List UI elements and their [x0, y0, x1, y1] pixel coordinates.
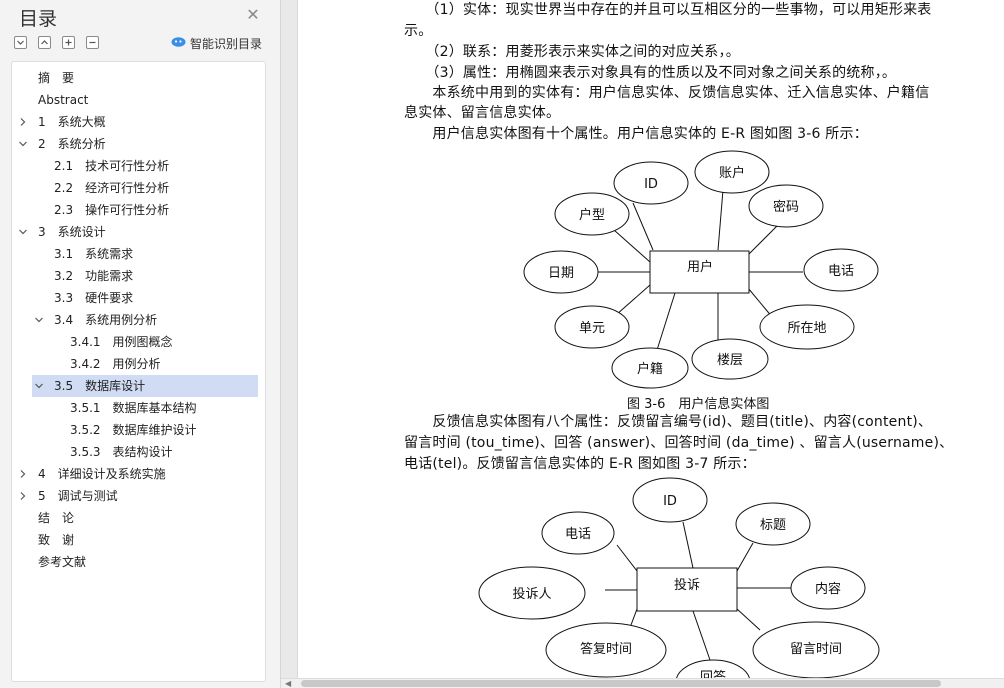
toc-item[interactable]: 3.4.1 用例图概念: [32, 331, 258, 353]
close-icon[interactable]: ✕: [244, 6, 262, 24]
chevron-right-icon[interactable]: [18, 117, 28, 127]
toc-item[interactable]: 2 系统分析: [19, 133, 258, 155]
toc-item[interactable]: 3.1 系统需求: [32, 243, 258, 265]
toc-item[interactable]: 1 系统大概: [20, 111, 258, 133]
toc-item-label: 3.4.1 用例图概念: [70, 335, 173, 349]
toc-item-label: 致 谢: [38, 533, 75, 547]
er-link: [682, 521, 694, 569]
toc-item-label: 2 系统分析: [38, 137, 106, 151]
toc-pane: 目录 ✕ 智能识别目录 摘 要 Abstract 1 系统大概 2 系统分析 2.1 技…: [0, 0, 281, 688]
toc-item[interactable]: 摘 要: [32, 67, 258, 89]
toc-item[interactable]: 3.5.3 表结构设计: [32, 441, 258, 463]
toc-item[interactable]: 参考文献: [32, 551, 258, 573]
toc-item[interactable]: 4 详细设计及系统实施: [20, 463, 258, 485]
er-attribute-label: 电话: [565, 527, 591, 542]
document-page: （1）实体：现实世界当中存在的并且可以互相区分的一些事物，可以用矩形来表 示。 …: [297, 0, 1004, 678]
toc-item-label: 4 详细设计及系统实施: [38, 467, 166, 481]
er-link: [692, 610, 711, 661]
er-attribute-label: 回答: [700, 669, 726, 678]
horizontal-scrollbar[interactable]: ◀: [281, 678, 1004, 688]
toc-item[interactable]: 3.3 硬件要求: [32, 287, 258, 309]
toc-item[interactable]: Abstract: [32, 89, 258, 111]
add-heading-icon[interactable]: [62, 36, 75, 49]
collapse-all-icon[interactable]: [38, 36, 51, 49]
chevron-down-icon[interactable]: [18, 227, 28, 237]
er-link: [736, 542, 754, 572]
chevron-right-icon[interactable]: [18, 491, 28, 501]
toc-item[interactable]: 3.5 数据库设计: [32, 375, 258, 397]
er-attribute-label: 留言时间: [790, 642, 842, 657]
toc-title: 目录: [19, 8, 58, 30]
toc-item-label: 2.3 操作可行性分析: [54, 203, 170, 217]
toc-item-label: 3.1 系统需求: [54, 247, 134, 261]
remove-heading-icon[interactable]: [86, 36, 99, 49]
er-link: [630, 608, 638, 626]
toc-item[interactable]: 3.2 功能需求: [32, 265, 258, 287]
toc-item-label: 参考文献: [38, 555, 87, 569]
toc-item-label: 3.5.1 数据库基本结构: [70, 401, 197, 415]
toc-item[interactable]: 结 论: [32, 507, 258, 529]
scroll-left-icon[interactable]: ◀: [285, 679, 291, 688]
er-attribute-label: 答复时间: [580, 641, 632, 657]
toc-item[interactable]: 2.2 经济可行性分析: [32, 177, 258, 199]
scrollbar-thumb[interactable]: [301, 680, 941, 687]
toc-list: 摘 要 Abstract 1 系统大概 2 系统分析 2.1 技术可行性分析 2.2 经济…: [11, 61, 266, 682]
toc-item-label: 2.2 经济可行性分析: [54, 181, 170, 195]
toc-item[interactable]: 2.3 操作可行性分析: [32, 199, 258, 221]
toc-item[interactable]: 致 谢: [32, 529, 258, 551]
chevron-down-icon[interactable]: [34, 381, 44, 391]
toc-item-label: 3.4.2 用例分析: [70, 357, 161, 371]
toc-item[interactable]: 5 调试与测试: [20, 485, 258, 507]
er-attribute-label: 标题: [760, 518, 786, 533]
toc-item-label: 摘 要: [38, 71, 75, 85]
er-attribute-label: 内容: [815, 581, 841, 597]
chevron-down-icon[interactable]: [18, 139, 28, 149]
toc-item-label: 3.3 硬件要求: [54, 291, 134, 305]
toc-item-label: 5 调试与测试: [38, 489, 118, 503]
er-link: [736, 608, 761, 631]
chevron-down-icon[interactable]: [34, 315, 44, 325]
smart-toc-label: 智能识别目录: [190, 36, 263, 51]
er-entity-label: 投诉: [674, 577, 700, 593]
toc-item-label: 3.5.3 表结构设计: [70, 445, 173, 459]
toc-item[interactable]: 2.1 技术可行性分析: [32, 155, 258, 177]
er-link: [616, 544, 638, 572]
toc-item-label: Abstract: [38, 93, 89, 107]
toc-item[interactable]: 3.4 系统用例分析: [32, 309, 258, 331]
toc-item-label: 3.4 系统用例分析: [54, 313, 158, 327]
toc-item[interactable]: 3.5.2 数据库维护设计: [32, 419, 258, 441]
toc-item[interactable]: 3.4.2 用例分析: [32, 353, 258, 375]
smart-toc-button[interactable]: 智能识别目录: [171, 34, 262, 52]
smart-cloud-icon: [171, 36, 186, 50]
toc-item-label: 3 系统设计: [38, 225, 106, 239]
er-attribute-label: 投诉人: [512, 586, 551, 602]
er-attribute-label: ID: [663, 494, 677, 509]
er-diagram-feedback: 投诉 ID 电话 标题 投诉人 内容 答复时间 留言时间 回答: [478, 477, 880, 678]
toc-item-label: 2.1 技术可行性分析: [54, 159, 170, 173]
expand-all-icon[interactable]: [14, 36, 27, 49]
document-area[interactable]: （1）实体：现实世界当中存在的并且可以互相区分的一些事物，可以用矩形来表 示。 …: [281, 0, 1004, 688]
toc-item-label: 3.5.2 数据库维护设计: [70, 423, 197, 437]
toc-item[interactable]: 3 系统设计: [19, 221, 258, 243]
toc-item[interactable]: 3.5.1 数据库基本结构: [32, 397, 258, 419]
toc-item-label: 3.2 功能需求: [54, 269, 134, 283]
chevron-right-icon[interactable]: [18, 469, 28, 479]
toc-item-label: 结 论: [38, 511, 75, 525]
toc-item-label: 3.5 数据库设计: [54, 379, 146, 393]
toc-item-label: 1 系统大概: [38, 115, 106, 129]
